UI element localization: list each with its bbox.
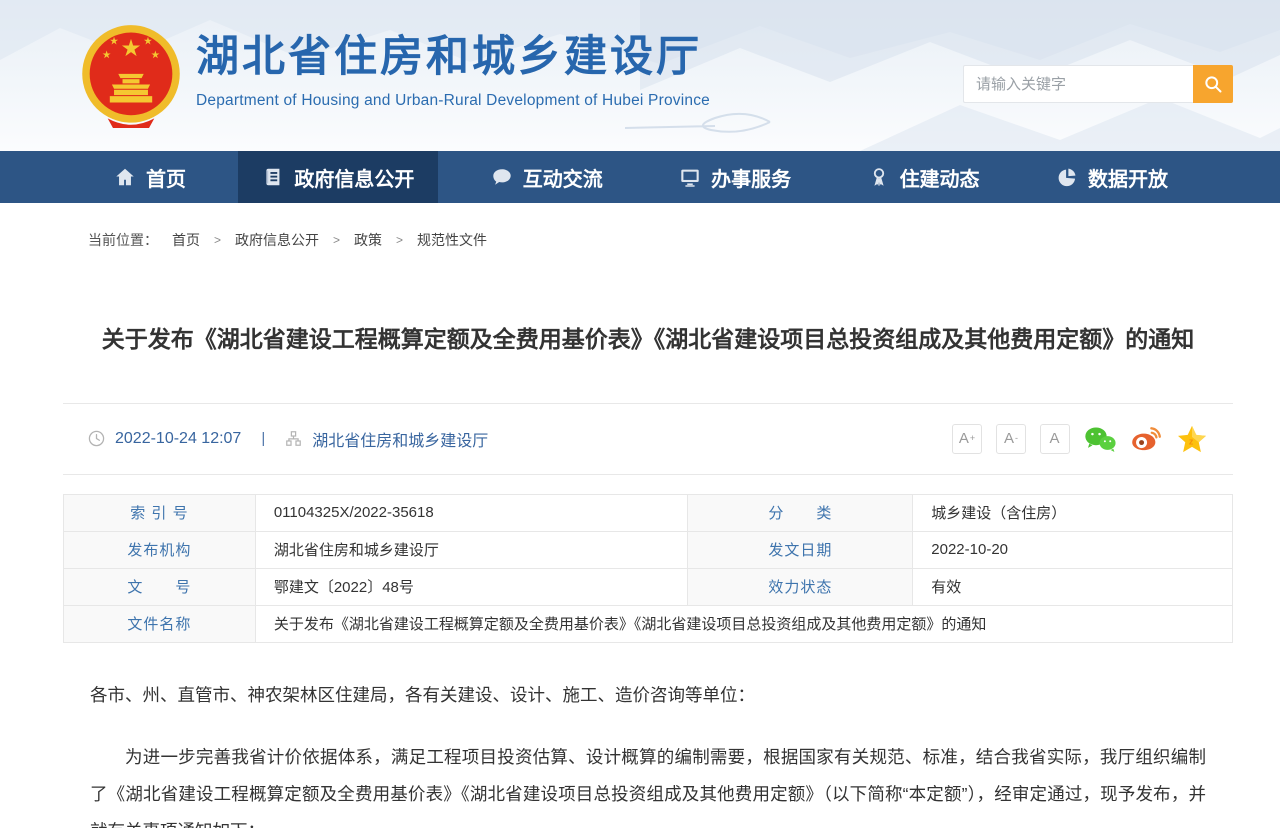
nav-item-label: 政府信息公开 — [294, 163, 414, 192]
monitor-icon — [679, 166, 701, 188]
nav-item-news[interactable]: 住建动态 — [844, 151, 1004, 203]
breadcrumb-item-gov-info[interactable]: 政府信息公开 — [235, 230, 319, 250]
meta-separator: | — [261, 430, 265, 447]
nav-item-home[interactable]: 首页 — [90, 151, 210, 203]
medal-icon — [868, 166, 890, 188]
clock-icon — [88, 430, 105, 447]
doc-title-value: 关于发布《湖北省建设工程概算定额及全费用基价表》《湖北省建设项目总投资组成及其他… — [255, 605, 1232, 642]
nav-item-label: 办事服务 — [711, 163, 791, 192]
site-subtitle: Department of Housing and Urban-Rural De… — [196, 92, 710, 110]
issuing-agency-label: 发布机构 — [64, 531, 256, 568]
issue-date-label: 发文日期 — [688, 531, 913, 568]
share-wechat[interactable] — [1084, 425, 1116, 453]
body-paragraph: 为进一步完善我省计价依据体系，满足工程项目投资估算、设计概算的编制需要，根据国家… — [90, 739, 1206, 828]
category-label: 分 类 — [688, 494, 913, 531]
article-body: 各市、州、直管市、神农架林区住建局，各有关建设、设计、施工、造价咨询等单位： 为… — [63, 677, 1233, 828]
article: 关于发布《湖北省建设工程概算定额及全费用基价表》《湖北省建设项目总投资组成及其他… — [63, 322, 1233, 828]
wechat-icon — [1084, 425, 1116, 453]
breadcrumb-item-policy[interactable]: 政策 — [354, 230, 382, 250]
qzone-icon: z — [1177, 425, 1207, 453]
nav-item-gov-info[interactable]: 政府信息公开 — [238, 151, 438, 203]
table-row: 文件名称 关于发布《湖北省建设工程概算定额及全费用基价表》《湖北省建设项目总投资… — [64, 605, 1233, 642]
nav-item-interaction[interactable]: 互动交流 — [467, 151, 627, 203]
font-increase-button[interactable]: A+ — [952, 424, 982, 454]
weibo-icon — [1130, 425, 1162, 453]
search-input[interactable] — [963, 65, 1193, 103]
chat-bubble-icon — [491, 166, 513, 188]
validity-label: 效力状态 — [688, 568, 913, 605]
share-qzone[interactable]: z — [1176, 425, 1208, 453]
publish-date: 2022-10-24 12:07 — [115, 430, 241, 448]
issuing-agency-value: 湖北省住房和城乡建设厅 — [255, 531, 688, 568]
breadcrumb-separator: > — [396, 233, 403, 247]
share-weibo[interactable] — [1130, 425, 1162, 453]
breadcrumb-separator: > — [214, 233, 221, 247]
nav-item-label: 数据开放 — [1088, 163, 1168, 192]
issue-date-value: 2022-10-20 — [913, 531, 1233, 568]
pie-chart-icon — [1056, 166, 1078, 188]
breadcrumb: 当前位置： 首页 > 政府信息公开 > 政策 > 规范性文件 — [88, 230, 1280, 250]
table-row: 发布机构 湖北省住房和城乡建设厅 发文日期 2022-10-20 — [64, 531, 1233, 568]
article-title: 关于发布《湖北省建设工程概算定额及全费用基价表》《湖北省建设项目总投资组成及其他… — [63, 322, 1233, 357]
document-info-table: 索 引 号 01104325X/2022-35618 分 类 城乡建设（含住房）… — [63, 494, 1233, 643]
search-button[interactable] — [1193, 65, 1233, 103]
national-emblem-logo — [78, 23, 184, 129]
search-icon — [1203, 74, 1223, 94]
category-value: 城乡建设（含住房） — [913, 494, 1233, 531]
nav-item-open-data[interactable]: 数据开放 — [1032, 151, 1192, 203]
article-meta-left: 2022-10-24 12:07 | 湖北省住房和城乡建设厅 — [88, 427, 488, 451]
breadcrumb-item-home[interactable]: 首页 — [172, 230, 200, 250]
article-meta-bar: 2022-10-24 12:07 | 湖北省住房和城乡建设厅 A+ A- A — [63, 403, 1233, 475]
source-org-icon — [285, 430, 302, 447]
doc-number-label: 文 号 — [64, 568, 256, 605]
site-title: 湖北省住房和城乡建设厅 — [196, 34, 710, 81]
nav-item-label: 住建动态 — [900, 163, 980, 192]
index-number-value: 01104325X/2022-35618 — [255, 494, 688, 531]
breadcrumb-prefix: 当前位置： — [88, 230, 158, 250]
document-icon — [262, 166, 284, 188]
search-box — [963, 65, 1233, 103]
doc-title-label: 文件名称 — [64, 605, 256, 642]
nav-item-label: 互动交流 — [523, 163, 603, 192]
nav-item-services[interactable]: 办事服务 — [655, 151, 815, 203]
index-number-label: 索 引 号 — [64, 494, 256, 531]
page: 湖北省住房和城乡建设厅 Department of Housing and Ur… — [0, 0, 1280, 828]
salutation-paragraph: 各市、州、直管市、神农架林区住建局，各有关建设、设计、施工、造价咨询等单位： — [90, 677, 1206, 714]
table-row: 文 号 鄂建文〔2022〕48号 效力状态 有效 — [64, 568, 1233, 605]
validity-value: 有效 — [913, 568, 1233, 605]
breadcrumb-separator: > — [333, 233, 340, 247]
nav-item-label: 首页 — [146, 163, 186, 192]
main-nav: 首页 政府信息公开 互动交流 办事服务 — [0, 151, 1280, 203]
site-header: 湖北省住房和城乡建设厅 Department of Housing and Ur… — [0, 0, 1280, 151]
breadcrumb-item-normative-docs[interactable]: 规范性文件 — [417, 230, 487, 250]
table-row: 索 引 号 01104325X/2022-35618 分 类 城乡建设（含住房） — [64, 494, 1233, 531]
site-title-block: 湖北省住房和城乡建设厅 Department of Housing and Ur… — [196, 34, 710, 110]
doc-number-value: 鄂建文〔2022〕48号 — [255, 568, 688, 605]
font-decrease-button[interactable]: A- — [996, 424, 1026, 454]
article-meta-right: A+ A- A — [952, 424, 1208, 454]
home-icon — [114, 166, 136, 188]
svg-text:z: z — [1189, 436, 1194, 446]
font-reset-button[interactable]: A — [1040, 424, 1070, 454]
publish-source: 湖北省住房和城乡建设厅 — [312, 427, 488, 451]
